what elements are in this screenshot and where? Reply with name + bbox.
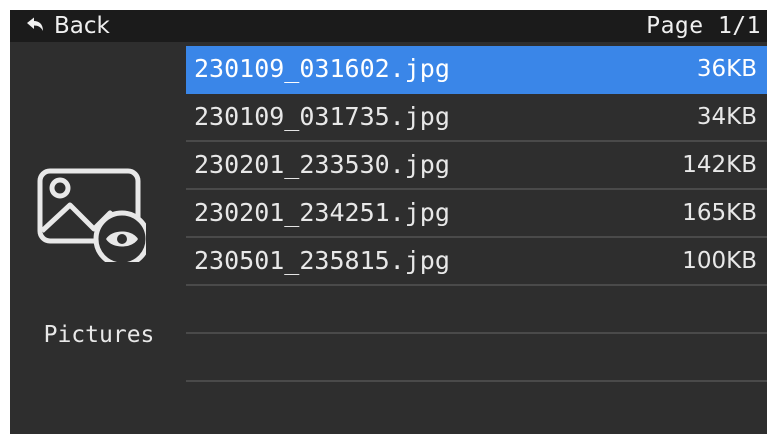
file-size: 36KB	[696, 56, 757, 82]
image-viewer-icon	[37, 168, 146, 262]
folder-panel: Pictures	[10, 42, 188, 434]
file-row[interactable]: 230201_234251.jpg 165KB	[186, 190, 767, 238]
file-name: 230109_031735.jpg	[194, 102, 450, 131]
file-name: 230501_235815.jpg	[194, 246, 450, 275]
file-list: 230109_031602.jpg 36KB 230109_031735.jpg…	[186, 46, 767, 382]
file-row[interactable]: 230109_031602.jpg 36KB	[186, 46, 767, 94]
file-name: 230201_233530.jpg	[194, 150, 450, 179]
file-row[interactable]: 230109_031735.jpg 34KB	[186, 94, 767, 142]
page-indicator: Page 1/1	[646, 13, 761, 39]
back-button[interactable]: Back	[26, 10, 110, 42]
back-arrow-icon	[27, 17, 43, 31]
file-size: 165KB	[682, 200, 757, 226]
file-name: 230109_031602.jpg	[194, 54, 450, 83]
top-bar: Back Page 1/1	[10, 10, 767, 42]
file-size: 100KB	[682, 248, 757, 274]
empty-row	[186, 334, 767, 382]
file-size: 142KB	[682, 152, 757, 178]
back-label: Back	[54, 13, 110, 39]
file-size: 34KB	[696, 104, 757, 130]
file-row[interactable]: 230501_235815.jpg 100KB	[186, 238, 767, 286]
empty-row	[186, 286, 767, 334]
folder-label: Pictures	[43, 322, 155, 348]
file-browser-screen: Back Page 1/1 Pictures 230109_031602.jpg…	[10, 10, 767, 434]
file-name: 230201_234251.jpg	[194, 198, 450, 227]
file-row[interactable]: 230201_233530.jpg 142KB	[186, 142, 767, 190]
